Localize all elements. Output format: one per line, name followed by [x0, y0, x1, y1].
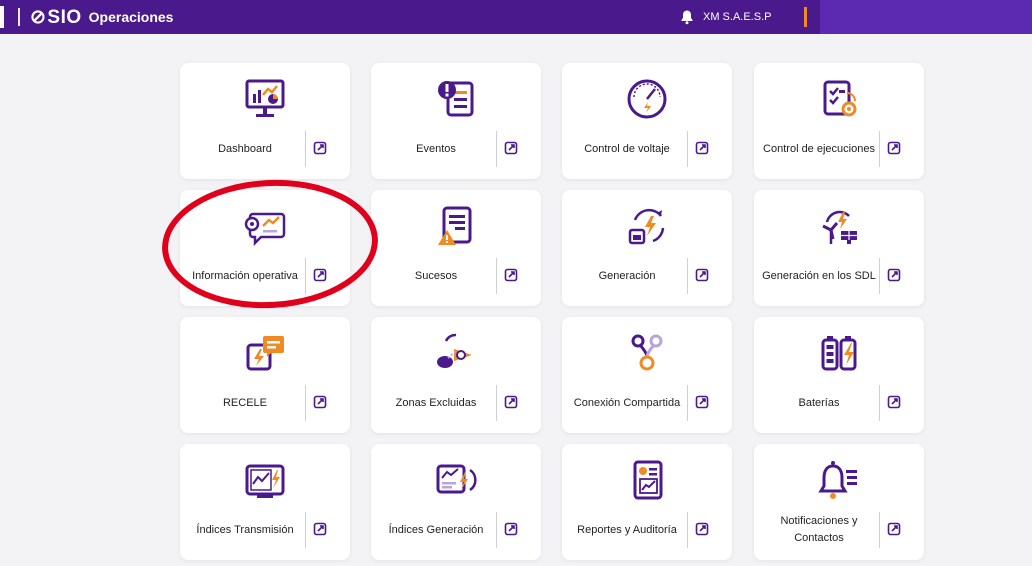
card-notificaciones-contactos[interactable]: Notificaciones y Contactos: [754, 444, 924, 560]
external-link-icon[interactable]: [504, 268, 518, 282]
card-conexion-compartida[interactable]: Conexión Compartida: [562, 317, 732, 433]
brand[interactable]: ⊘SIO Operaciones: [30, 6, 173, 28]
card-separator: [687, 385, 688, 421]
calendar-bolt-icon: [628, 208, 665, 245]
card-label: Sucesos: [414, 269, 458, 282]
card-separator: [687, 512, 688, 548]
section-title: Operaciones: [88, 9, 174, 25]
card-label: Control de voltaje: [584, 142, 670, 155]
generation-index-icon: [436, 464, 477, 494]
shared-connection-icon: [631, 334, 663, 371]
card-separator: [687, 258, 688, 294]
card-separator: [496, 258, 497, 294]
external-link-icon[interactable]: [313, 141, 327, 155]
card-label: Generación: [598, 269, 656, 282]
user-separator: [804, 7, 807, 27]
card-generacion[interactable]: Generación: [562, 190, 732, 306]
card-label: Baterías: [798, 396, 840, 409]
header-divider: [18, 8, 20, 26]
card-label: Índices Transmisión: [196, 523, 294, 536]
external-link-icon[interactable]: [695, 268, 709, 282]
card-indices-generacion[interactable]: Índices Generación: [371, 444, 541, 560]
voltage-gauge-icon: [627, 79, 667, 119]
external-link-icon[interactable]: [504, 522, 518, 536]
card-label: Control de ejecuciones: [763, 142, 875, 155]
external-link-icon[interactable]: [887, 268, 901, 282]
zones-excluded-icon: [437, 333, 472, 368]
card-zonas-excluidas[interactable]: Zonas Excluidas: [371, 317, 541, 433]
card-label: Conexión Compartida: [573, 396, 681, 409]
card-separator: [305, 512, 306, 548]
card-label: Generación en los SDL: [762, 269, 876, 282]
card-dashboard[interactable]: Dashboard: [180, 63, 350, 179]
card-separator: [879, 385, 880, 421]
card-separator: [305, 385, 306, 421]
card-label: Eventos: [416, 142, 456, 155]
external-link-icon[interactable]: [504, 395, 518, 409]
report-chart-icon: [633, 460, 663, 500]
card-indices-transmision[interactable]: Índices Transmisión: [180, 444, 350, 560]
left-edge-sliver: [0, 6, 4, 28]
card-generacion-sdl[interactable]: Generación en los SDL: [754, 190, 924, 306]
external-link-icon[interactable]: [695, 522, 709, 536]
dashboard-monitor-icon: [245, 79, 285, 117]
card-reportes-auditoria[interactable]: Reportes y Auditoría: [562, 444, 732, 560]
user-menu[interactable]: XM S.A.E.S.P: [679, 9, 771, 25]
external-link-icon[interactable]: [313, 522, 327, 536]
external-link-icon[interactable]: [504, 141, 518, 155]
top-bar: ⊘SIO Operaciones XM S.A.E.S.P: [0, 0, 1032, 34]
card-label: Notificaciones y Contactos: [780, 515, 858, 544]
card-control-ejecuciones[interactable]: Control de ejecuciones: [754, 63, 924, 179]
top-bar-right: [820, 0, 1032, 34]
brand-logo: ⊘SIO: [30, 6, 82, 28]
card-separator: [879, 131, 880, 167]
checklist-gear-icon: [823, 80, 857, 117]
card-control-voltaje[interactable]: Control de voltaje: [562, 63, 732, 179]
external-link-icon[interactable]: [887, 522, 901, 536]
external-link-icon[interactable]: [313, 395, 327, 409]
external-link-icon[interactable]: [887, 395, 901, 409]
card-label: Índices Generación: [388, 523, 484, 536]
bell-list-icon: [818, 461, 857, 499]
card-label: Reportes y Auditoría: [577, 523, 677, 536]
card-label: Zonas Excluidas: [395, 396, 477, 409]
card-separator: [687, 131, 688, 167]
wind-solar-icon: [822, 210, 857, 244]
user-name: XM S.A.E.S.P: [703, 11, 772, 23]
card-separator: [496, 131, 497, 167]
external-link-icon[interactable]: [695, 395, 709, 409]
battery-icon: [821, 336, 857, 371]
card-separator: [879, 258, 880, 294]
external-link-icon[interactable]: [887, 141, 901, 155]
card-label: RECELE: [222, 396, 268, 409]
bell-icon[interactable]: [679, 9, 695, 25]
document-warning-icon: [438, 206, 472, 245]
card-sucesos[interactable]: Sucesos: [371, 190, 541, 306]
card-eventos[interactable]: Eventos: [371, 63, 541, 179]
external-link-icon[interactable]: [695, 141, 709, 155]
transmission-index-icon: [245, 464, 285, 498]
bolt-message-icon: [246, 336, 284, 371]
eventos-alert-icon: [438, 81, 474, 117]
card-baterias[interactable]: Baterías: [754, 317, 924, 433]
card-separator: [879, 512, 880, 548]
card-recele[interactable]: RECELE: [180, 317, 350, 433]
card-label: Dashboard: [218, 142, 272, 155]
card-separator: [496, 512, 497, 548]
card-separator: [496, 385, 497, 421]
card-separator: [305, 131, 306, 167]
